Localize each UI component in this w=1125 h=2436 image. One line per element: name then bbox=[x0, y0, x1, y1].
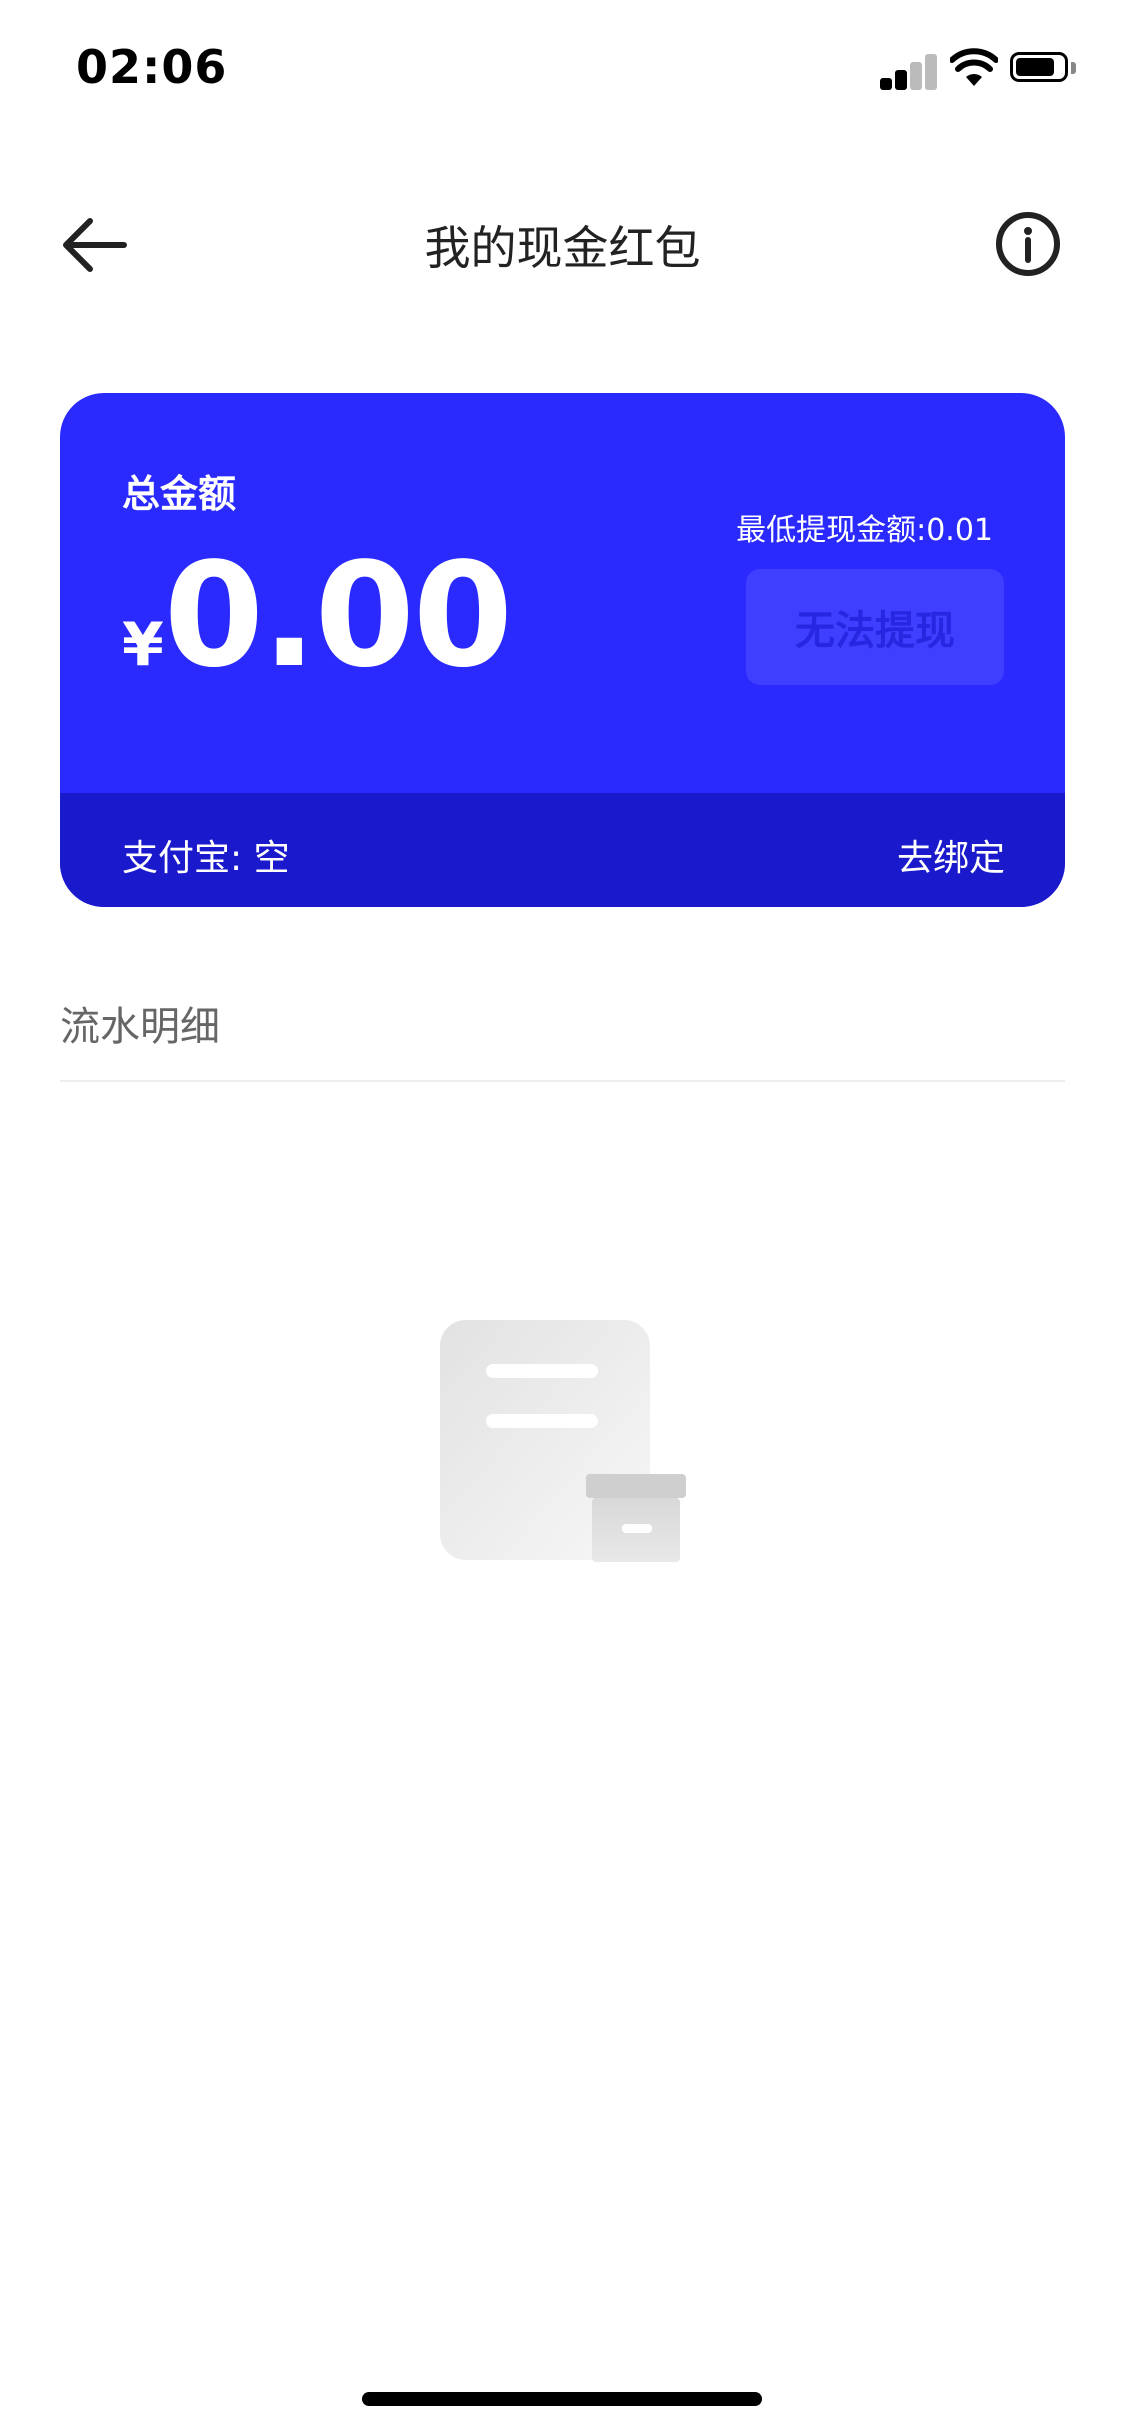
status-bar: 02:06 bbox=[0, 0, 1125, 132]
cash-card: 总金额 ¥0.00 最低提现金额:0.01 无法提现 支付宝: 空 去绑定 bbox=[60, 393, 1065, 907]
empty-document-icon bbox=[440, 1320, 686, 1562]
status-time: 02:06 bbox=[76, 40, 228, 94]
currency-symbol: ¥ bbox=[122, 610, 164, 680]
bind-account-link[interactable]: 去绑定 bbox=[897, 829, 1005, 881]
amount-value: 0.00 bbox=[163, 531, 513, 699]
signal-icon bbox=[880, 52, 938, 90]
total-amount-label: 总金额 bbox=[122, 472, 237, 516]
battery-icon bbox=[1010, 52, 1076, 86]
navigation-bar: 我的现金红包 bbox=[0, 190, 1125, 300]
withdraw-button[interactable]: 无法提现 bbox=[746, 569, 1004, 685]
wifi-icon bbox=[950, 48, 998, 86]
alipay-account: 支付宝: 空 bbox=[122, 838, 290, 879]
page-title: 我的现金红包 bbox=[424, 221, 701, 275]
divider bbox=[60, 1080, 1065, 1082]
transaction-details-title: 流水明细 bbox=[60, 1004, 220, 1050]
card-footer: 支付宝: 空 去绑定 bbox=[60, 793, 1065, 907]
info-icon[interactable] bbox=[994, 210, 1062, 278]
min-withdraw-text: 最低提现金额:0.01 bbox=[736, 513, 993, 548]
home-indicator bbox=[362, 2392, 762, 2406]
total-amount: ¥0.00 bbox=[122, 543, 513, 687]
